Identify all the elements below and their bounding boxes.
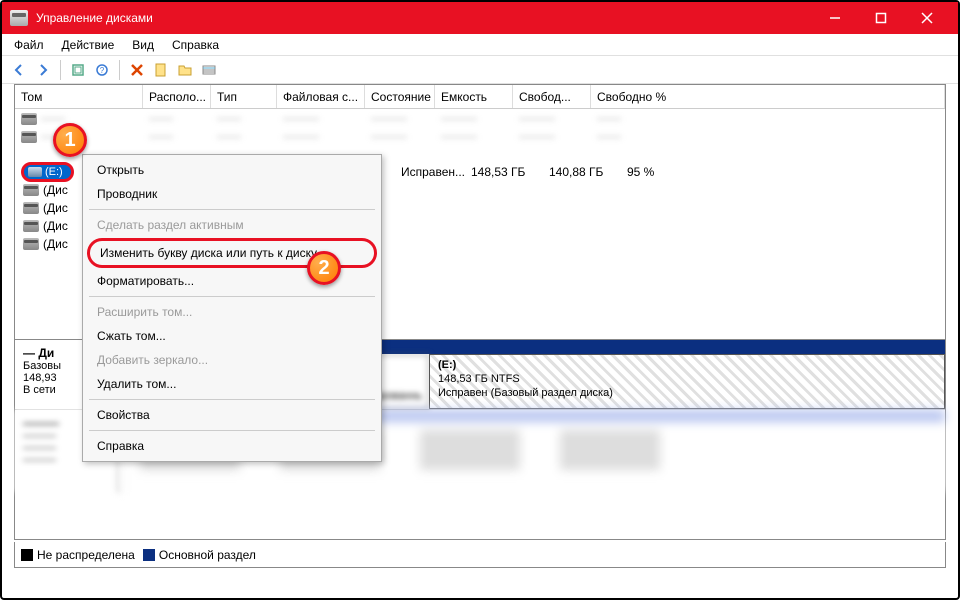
help-icon[interactable]: ? bbox=[91, 59, 113, 81]
legend-swatch-blue bbox=[143, 549, 155, 561]
volume-icon bbox=[23, 184, 39, 196]
close-button[interactable] bbox=[904, 2, 950, 34]
forward-button[interactable] bbox=[32, 59, 54, 81]
folder-icon[interactable] bbox=[174, 59, 196, 81]
annotation-marker-1: 1 bbox=[53, 123, 87, 157]
separator bbox=[89, 399, 375, 400]
col-layout[interactable]: Располо... bbox=[143, 85, 211, 108]
separator bbox=[89, 430, 375, 431]
ctx-shrink[interactable]: Сжать том... bbox=[83, 324, 381, 348]
cell-freepct: 95 % bbox=[621, 165, 945, 179]
legend-swatch-black bbox=[21, 549, 33, 561]
col-freepct[interactable]: Свободно % bbox=[591, 85, 945, 108]
volume-icon bbox=[23, 220, 39, 232]
app-icon bbox=[10, 10, 28, 26]
window-controls bbox=[812, 2, 950, 34]
col-capacity[interactable]: Емкость bbox=[435, 85, 513, 108]
ctx-open[interactable]: Открыть bbox=[83, 158, 381, 182]
ctx-properties[interactable]: Свойства bbox=[83, 403, 381, 427]
legend-primary: Основной раздел bbox=[143, 548, 256, 562]
separator bbox=[119, 60, 120, 80]
volume-icon bbox=[23, 202, 39, 214]
partition-e-label: (E:) bbox=[438, 359, 456, 371]
partition-e[interactable]: (E:) 148,53 ГБ NTFS Исправен (Базовый ра… bbox=[429, 354, 945, 409]
col-type[interactable]: Тип bbox=[211, 85, 277, 108]
table-header: Том Располо... Тип Файловая с... Состоян… bbox=[15, 85, 945, 109]
properties-icon[interactable] bbox=[150, 59, 172, 81]
toolbar: ? bbox=[2, 56, 958, 84]
volume-icon bbox=[21, 131, 37, 143]
separator bbox=[89, 296, 375, 297]
menu-view[interactable]: Вид bbox=[124, 36, 162, 54]
volume-icon bbox=[28, 167, 42, 177]
legend: Не распределена Основной раздел bbox=[14, 542, 946, 568]
refresh-button[interactable] bbox=[67, 59, 89, 81]
legend-unallocated: Не распределена bbox=[21, 548, 135, 562]
menu-help[interactable]: Справка bbox=[164, 36, 227, 54]
back-button[interactable] bbox=[8, 59, 30, 81]
col-volume[interactable]: Том bbox=[15, 85, 143, 108]
cell-status: Исправен... bbox=[395, 165, 465, 179]
maximize-button[interactable] bbox=[858, 2, 904, 34]
col-free[interactable]: Свобод... bbox=[513, 85, 591, 108]
cell-free: 140,88 ГБ bbox=[543, 165, 621, 179]
table-row[interactable]: —— ——————— ——————————— bbox=[15, 109, 945, 127]
window-title: Управление дисками bbox=[36, 11, 812, 25]
svg-text:?: ? bbox=[100, 66, 105, 75]
ctx-make-active: Сделать раздел активным bbox=[83, 213, 381, 237]
list-view-icon[interactable] bbox=[198, 59, 220, 81]
menu-bar: Файл Действие Вид Справка bbox=[2, 34, 958, 56]
volume-icon bbox=[21, 113, 37, 125]
annotation-marker-2: 2 bbox=[307, 251, 341, 285]
selected-volume-e[interactable]: (E:) bbox=[21, 162, 74, 182]
separator bbox=[60, 60, 61, 80]
selected-volume-label: (E:) bbox=[45, 166, 63, 178]
ctx-help[interactable]: Справка bbox=[83, 434, 381, 458]
title-bar: Управление дисками bbox=[2, 2, 958, 34]
delete-icon[interactable] bbox=[126, 59, 148, 81]
ctx-explorer[interactable]: Проводник bbox=[83, 182, 381, 206]
col-fs[interactable]: Файловая с... bbox=[277, 85, 365, 108]
separator bbox=[89, 209, 375, 210]
context-menu: Открыть Проводник Сделать раздел активны… bbox=[82, 154, 382, 462]
table-row[interactable]: —— ——————— ——————————— bbox=[15, 127, 945, 145]
ctx-delete[interactable]: Удалить том... bbox=[83, 372, 381, 396]
ctx-add-mirror: Добавить зеркало... bbox=[83, 348, 381, 372]
partition-e-size: 148,53 ГБ NTFS bbox=[438, 373, 520, 385]
menu-action[interactable]: Действие bbox=[54, 36, 123, 54]
cell-capacity: 148,53 ГБ bbox=[465, 165, 543, 179]
volume-icon bbox=[23, 238, 39, 250]
partition-e-status: Исправен (Базовый раздел диска) bbox=[438, 387, 613, 399]
col-status[interactable]: Состояние bbox=[365, 85, 435, 108]
ctx-extend: Расширить том... bbox=[83, 300, 381, 324]
minimize-button[interactable] bbox=[812, 2, 858, 34]
menu-file[interactable]: Файл bbox=[6, 36, 52, 54]
